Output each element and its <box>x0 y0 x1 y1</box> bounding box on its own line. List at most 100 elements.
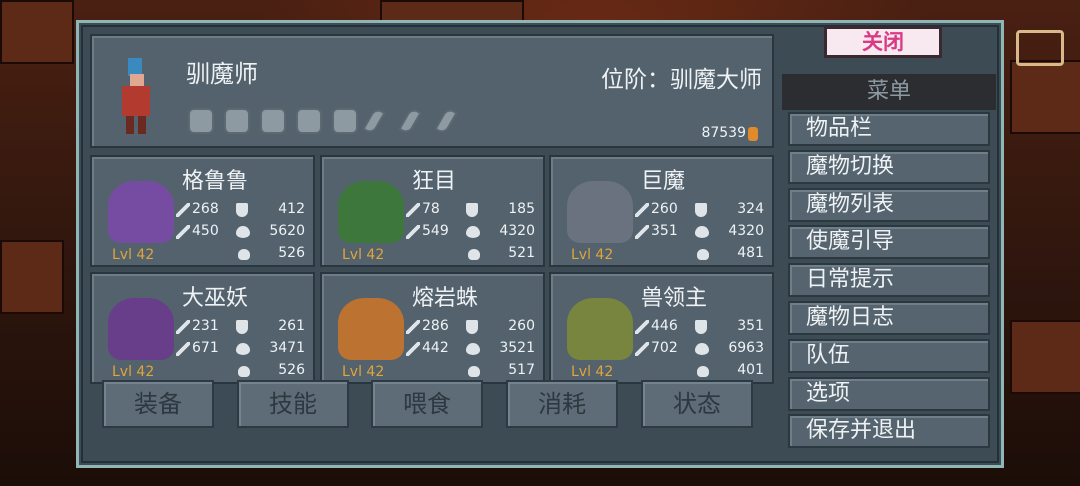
health-icon <box>466 343 480 355</box>
food-icon <box>238 249 250 260</box>
tab-status[interactable]: 状态 <box>641 380 753 428</box>
food-icon <box>697 366 709 377</box>
food-value: 517 <box>508 362 535 378</box>
monster-name: 格鲁鲁 <box>182 169 249 194</box>
monster-sprite <box>338 298 404 360</box>
gold-amount: 87539 <box>701 125 746 141</box>
defense-icon <box>695 320 707 334</box>
monster-sprite <box>567 298 633 360</box>
health-icon <box>695 343 709 355</box>
defense-value: 260 <box>508 318 535 334</box>
defense-icon <box>236 203 248 217</box>
background-brick <box>0 0 74 64</box>
monster-level: Lvl 42 <box>112 247 155 263</box>
menu-item[interactable]: 保存并退出 <box>788 414 990 449</box>
health-icon <box>466 226 480 238</box>
menu-item[interactable]: 选项 <box>788 376 990 411</box>
monster-card[interactable]: 狂目 78 185 549 4320 521 Lvl 42 <box>320 155 545 267</box>
monster-card[interactable]: 兽领主 446 351 702 6963 401 Lvl 42 <box>549 272 774 384</box>
monster-sprite <box>338 181 404 243</box>
magic-icon <box>406 342 420 356</box>
food-value: 526 <box>278 245 305 261</box>
menu-item[interactable]: 使魔引导 <box>788 225 990 260</box>
tab-feed[interactable]: 喂食 <box>371 380 483 428</box>
monster-card[interactable]: 巨魔 260 324 351 4320 481 Lvl 42 <box>549 155 774 267</box>
tab-equipment[interactable]: 装备 <box>102 380 214 428</box>
monster-card[interactable]: 熔岩蛛 286 260 442 3521 517 Lvl 42 <box>320 272 545 384</box>
food-value: 481 <box>737 245 764 261</box>
monster-sprite <box>108 181 174 243</box>
health-value: 3521 <box>499 340 535 356</box>
menu-item[interactable]: 日常提示 <box>788 263 990 298</box>
attack-icon <box>406 203 420 217</box>
tab-consume[interactable]: 消耗 <box>506 380 618 428</box>
background-brick <box>380 0 524 22</box>
health-value: 5620 <box>269 223 305 239</box>
monster-name: 熔岩蛛 <box>412 286 479 311</box>
health-icon <box>236 343 250 355</box>
attack-value: 286 <box>422 318 449 334</box>
magic-icon <box>635 225 649 239</box>
magic-value: 351 <box>651 223 678 239</box>
feather-icon[interactable] <box>362 106 386 136</box>
mushroom-icon[interactable] <box>260 108 286 134</box>
gold-coin-icon <box>748 127 758 141</box>
food-icon <box>468 366 480 377</box>
tab-skills[interactable]: 技能 <box>237 380 349 428</box>
menu-item[interactable]: 魔物日志 <box>788 301 990 335</box>
hero-sprite <box>116 58 156 136</box>
magic-value: 702 <box>651 340 678 356</box>
defense-value: 261 <box>278 318 305 334</box>
food-value: 526 <box>278 362 305 378</box>
food-value: 401 <box>737 362 764 378</box>
menu-item[interactable]: 魔物切换 <box>788 149 990 184</box>
health-icon <box>695 226 709 238</box>
monster-level: Lvl 42 <box>571 247 614 263</box>
gloves-icon[interactable] <box>224 108 250 134</box>
attack-icon <box>176 203 190 217</box>
defense-icon <box>466 320 478 334</box>
monster-sprite <box>567 181 633 243</box>
magic-icon <box>176 225 190 239</box>
amulet-icon[interactable] <box>296 108 322 134</box>
ring-icon[interactable] <box>332 108 358 134</box>
defense-value: 185 <box>508 201 535 217</box>
magic-icon <box>635 342 649 356</box>
magic-value: 549 <box>422 223 449 239</box>
map-icon[interactable] <box>1016 30 1064 66</box>
attack-icon <box>406 320 420 334</box>
attack-value: 260 <box>651 201 678 217</box>
defense-value: 324 <box>737 201 764 217</box>
monster-card[interactable]: 格鲁鲁 268 412 450 5620 526 Lvl 42 <box>90 155 315 267</box>
menu-item[interactable]: 魔物列表 <box>788 187 990 222</box>
food-icon <box>468 249 480 260</box>
menu-item[interactable]: 队伍 <box>788 338 990 373</box>
magic-value: 671 <box>192 340 219 356</box>
monster-card[interactable]: 大巫妖 231 261 671 3471 526 Lvl 42 <box>90 272 315 384</box>
background-brick <box>1010 320 1080 394</box>
defense-icon <box>695 203 707 217</box>
defense-icon <box>466 203 478 217</box>
attack-value: 78 <box>422 201 440 217</box>
monster-name: 巨魔 <box>641 169 686 194</box>
hero-name: 驯魔师 <box>186 60 258 88</box>
background-brick <box>0 240 64 314</box>
health-value: 4320 <box>728 223 764 239</box>
hero-panel: 驯魔师 位阶：驯魔大师 87539 <box>90 34 774 148</box>
attack-value: 268 <box>192 201 219 217</box>
close-button[interactable]: 关闭 <box>824 26 942 58</box>
feather-icon[interactable] <box>434 106 458 136</box>
magic-value: 442 <box>422 340 449 356</box>
background-brick <box>1010 60 1080 134</box>
health-icon <box>236 226 250 238</box>
feather-icon[interactable] <box>398 106 422 136</box>
monster-sprite <box>108 298 174 360</box>
food-value: 521 <box>508 245 535 261</box>
defense-value: 351 <box>737 318 764 334</box>
hero-rank: 位阶：驯魔大师 <box>601 67 762 93</box>
attack-icon <box>635 320 649 334</box>
health-value: 3471 <box>269 340 305 356</box>
menu-item[interactable]: 物品栏 <box>788 112 990 146</box>
boots-icon[interactable] <box>188 108 214 134</box>
monster-level: Lvl 42 <box>112 364 155 380</box>
